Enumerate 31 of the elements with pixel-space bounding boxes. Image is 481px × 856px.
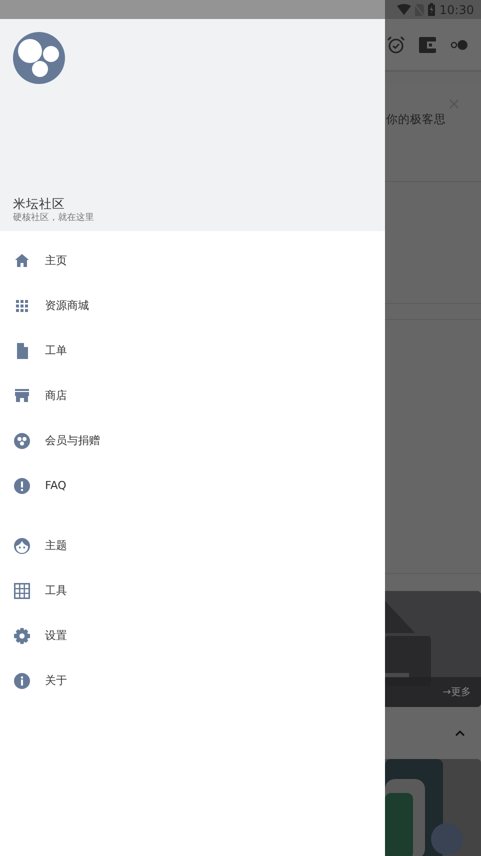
grid-dots-icon <box>14 298 30 314</box>
alarm-clock-icon[interactable] <box>387 36 405 54</box>
settings-icon <box>14 628 30 644</box>
face-icon <box>14 538 30 554</box>
menu-item[interactable]: 工单 <box>0 328 385 373</box>
grid-icon <box>14 582 30 598</box>
document-icon <box>14 342 30 358</box>
menu-item[interactable]: 主题 <box>0 523 385 568</box>
menu-item[interactable]: 主页 <box>0 238 385 283</box>
notice-text: 你的极客思 <box>386 112 446 127</box>
home-icon <box>14 252 30 268</box>
collapse-caret-icon[interactable] <box>455 730 465 736</box>
three-circles-icon <box>14 432 30 448</box>
menu-item[interactable]: FAQ <box>0 463 385 508</box>
menu-item[interactable]: 会员与捐赠 <box>0 418 385 463</box>
menu-item[interactable]: 关于 <box>0 658 385 703</box>
storefront-icon <box>14 388 30 404</box>
exclamation-icon <box>14 478 30 494</box>
logo-icon <box>13 32 65 84</box>
menu-item[interactable]: 工具 <box>0 568 385 613</box>
menu-item[interactable]: 资源商城 <box>0 283 385 328</box>
wifi-icon <box>397 4 412 15</box>
toggle-dots-icon[interactable] <box>450 38 468 50</box>
more-link[interactable]: →更多 <box>442 685 471 699</box>
info-icon <box>14 672 30 688</box>
battery-icon <box>428 3 436 16</box>
community-subtitle: 硬核社区，就在这里 <box>13 212 95 224</box>
wallet-icon[interactable] <box>419 36 436 52</box>
community-title: 米坛社区 <box>13 195 66 212</box>
menu-item[interactable]: 商店 <box>0 373 385 418</box>
menu-item[interactable]: 设置 <box>0 613 385 658</box>
